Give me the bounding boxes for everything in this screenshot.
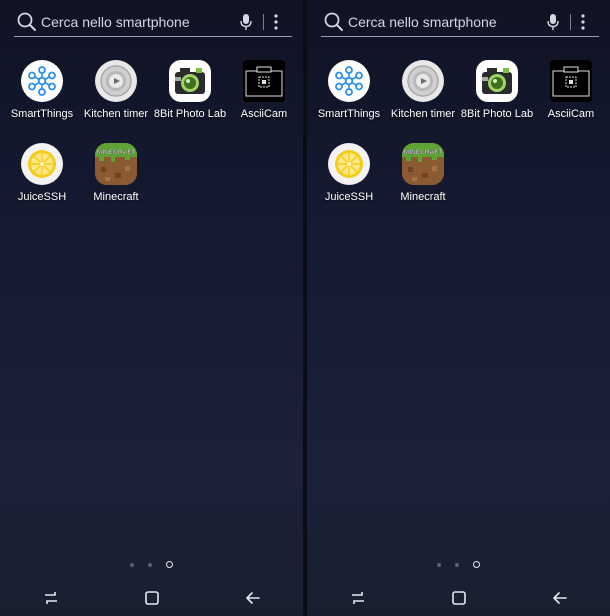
- navigation-bar: [0, 580, 303, 616]
- app-asciicam[interactable]: AsciiCam: [229, 60, 299, 120]
- asciicam-icon: [550, 60, 592, 102]
- 8bit-photo-lab-icon: [169, 60, 211, 102]
- app-kitchen-timer[interactable]: Kitchen timer: [388, 60, 458, 120]
- page-dot[interactable]: [455, 562, 459, 567]
- microphone-icon[interactable]: [546, 13, 560, 31]
- more-options-icon[interactable]: [581, 14, 585, 30]
- search-divider: [570, 14, 571, 30]
- search-icon: [324, 12, 343, 31]
- navigation-bar: [307, 580, 610, 616]
- back-button[interactable]: [546, 584, 574, 612]
- kitchen-timer-icon: [95, 60, 137, 102]
- recents-button[interactable]: [344, 584, 372, 612]
- app-label: Minecraft: [93, 191, 139, 203]
- app-label: 8Bit Photo Lab: [460, 108, 534, 120]
- app-label: SmartThings: [317, 108, 381, 120]
- search-icon: [17, 12, 36, 31]
- back-arrow-icon: [552, 592, 567, 604]
- minecraft-icon: MINECRAFT: [95, 143, 137, 185]
- app-label: JuiceSSH: [324, 191, 374, 203]
- juicessh-icon: [21, 143, 63, 185]
- microphone-icon[interactable]: [239, 13, 253, 31]
- screen-left: Cerca nello smartphone SmartThings Kitch…: [0, 0, 303, 616]
- app-label: AsciiCam: [240, 108, 288, 120]
- home-icon: [144, 591, 159, 605]
- app-label: SmartThings: [10, 108, 74, 120]
- juicessh-icon: [328, 143, 370, 185]
- minecraft-icon: MINECRAFT: [402, 143, 444, 185]
- page-dot-current[interactable]: [473, 561, 480, 568]
- page-indicator: [0, 561, 303, 568]
- page-dot[interactable]: [437, 562, 441, 567]
- app-minecraft[interactable]: MINECRAFT Minecraft: [388, 143, 458, 203]
- app-label: AsciiCam: [547, 108, 595, 120]
- search-bar[interactable]: Cerca nello smartphone: [321, 8, 599, 37]
- app-juicessh[interactable]: JuiceSSH: [7, 143, 77, 203]
- app-juicessh[interactable]: JuiceSSH: [314, 143, 384, 203]
- back-button[interactable]: [239, 584, 267, 612]
- app-label: Minecraft: [400, 191, 446, 203]
- app-kitchen-timer[interactable]: Kitchen timer: [81, 60, 151, 120]
- page-dot-current[interactable]: [166, 561, 173, 568]
- app-label: 8Bit Photo Lab: [153, 108, 227, 120]
- home-button[interactable]: [445, 584, 473, 612]
- more-options-icon[interactable]: [274, 14, 278, 30]
- back-arrow-icon: [245, 592, 260, 604]
- page-indicator: [307, 561, 610, 568]
- minecraft-logo-text: MINECRAFT: [97, 149, 135, 156]
- 8bit-photo-lab-icon: [476, 60, 518, 102]
- page-dot[interactable]: [148, 562, 152, 567]
- app-label: Kitchen timer: [390, 108, 456, 120]
- asciicam-icon: [243, 60, 285, 102]
- search-divider: [263, 14, 264, 30]
- smartthings-icon: [328, 60, 370, 102]
- app-label: JuiceSSH: [17, 191, 67, 203]
- recents-icon: [44, 592, 57, 604]
- recents-icon: [351, 592, 364, 604]
- smartthings-icon: [21, 60, 63, 102]
- app-8bit-photo-lab[interactable]: 8Bit Photo Lab: [153, 60, 227, 120]
- search-bar[interactable]: Cerca nello smartphone: [14, 8, 292, 37]
- app-8bit-photo-lab[interactable]: 8Bit Photo Lab: [460, 60, 534, 120]
- app-asciicam[interactable]: AsciiCam: [536, 60, 606, 120]
- home-icon: [451, 591, 466, 605]
- kitchen-timer-icon: [402, 60, 444, 102]
- app-smartthings[interactable]: SmartThings: [7, 60, 77, 120]
- app-smartthings[interactable]: SmartThings: [314, 60, 384, 120]
- app-label: Kitchen timer: [83, 108, 149, 120]
- page-dot[interactable]: [130, 562, 134, 567]
- search-placeholder: Cerca nello smartphone: [348, 14, 497, 30]
- screen-right: Cerca nello smartphone SmartThings Kitch…: [307, 0, 610, 616]
- home-button[interactable]: [138, 584, 166, 612]
- minecraft-logo-text: MINECRAFT: [404, 149, 442, 156]
- recents-button[interactable]: [37, 584, 65, 612]
- app-minecraft[interactable]: MINECRAFT Minecraft: [81, 143, 151, 203]
- search-placeholder: Cerca nello smartphone: [41, 14, 190, 30]
